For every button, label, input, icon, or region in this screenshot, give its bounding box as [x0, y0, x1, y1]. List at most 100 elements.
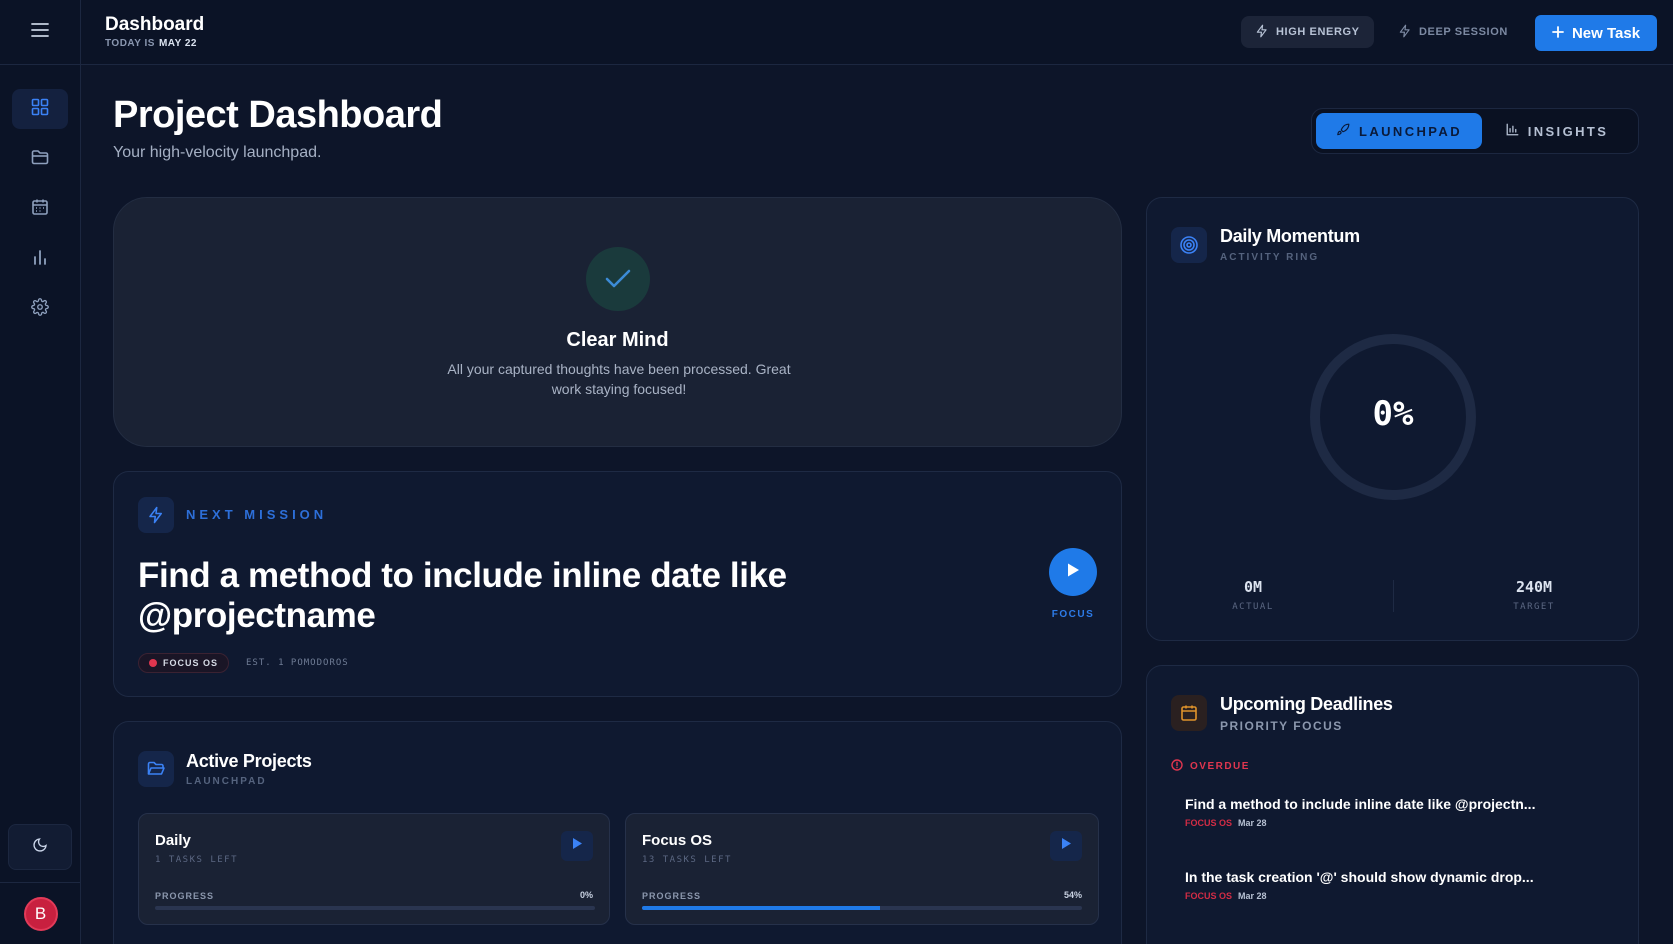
- lightning-icon: [138, 497, 174, 533]
- project-tag-label: FOCUS OS: [163, 658, 219, 668]
- avatar[interactable]: B: [23, 896, 58, 931]
- momentum-title: Daily Momentum: [1220, 226, 1360, 246]
- lightning-icon: [1398, 24, 1412, 41]
- focus-play-button[interactable]: [1049, 548, 1097, 596]
- sidebar-nav: [0, 65, 80, 329]
- project-play-button[interactable]: [561, 831, 593, 861]
- bar-chart-icon: [1506, 123, 1519, 139]
- app-root: B Dashboard TODAY IS MAY 22 HIGH ENERGY D…: [0, 0, 1673, 944]
- lightning-icon: [1255, 24, 1269, 41]
- tab-insights-label: INSIGHTS: [1527, 123, 1609, 139]
- active-projects-title: Active Projects: [186, 751, 312, 771]
- deadline-date: Mar 28: [1238, 891, 1267, 901]
- target-value: 240M: [1515, 578, 1553, 596]
- deadline-item[interactable]: Find a method to include inline date lik…: [1185, 796, 1605, 828]
- tab-launchpad-label: LAUNCHPAD: [1359, 123, 1462, 139]
- project-name: Focus OS: [642, 832, 713, 849]
- next-mission-title[interactable]: Find a method to include inline date lik…: [138, 556, 898, 636]
- top-header: Dashboard TODAY IS MAY 22 HIGH ENERGY DEE…: [81, 0, 1673, 65]
- progress-bar: [642, 906, 1082, 910]
- tasks-left: 13 TASKS LEFT: [642, 855, 732, 865]
- progress-percent: 54%: [1063, 890, 1082, 900]
- folder-open-icon: [138, 751, 174, 787]
- actual-stat: 0M ACTUAL: [1193, 578, 1313, 612]
- header-date: TODAY IS MAY 22: [105, 38, 197, 49]
- page-subtitle: Your high-velocity launchpad.: [113, 144, 322, 161]
- play-icon: [572, 837, 583, 855]
- progress-bar: [155, 906, 595, 910]
- momentum-percent: 0%: [1372, 394, 1414, 434]
- sidebar: B: [0, 0, 81, 944]
- target-label: TARGET: [1513, 602, 1555, 612]
- gear-icon: [31, 297, 49, 321]
- overdue-label: OVERDUE: [1190, 761, 1250, 772]
- calendar-icon: [1171, 695, 1207, 731]
- deadline-date: Mar 28: [1238, 818, 1267, 828]
- deadline-title: In the task creation '@' should show dyn…: [1185, 869, 1534, 885]
- calendar-icon: [31, 198, 49, 221]
- deadlines-title: Upcoming Deadlines: [1220, 694, 1393, 714]
- stat-divider: [1393, 580, 1394, 612]
- alert-circle-icon: [1171, 759, 1183, 774]
- project-dot-icon: [149, 659, 157, 667]
- target-icon: [1171, 227, 1207, 263]
- sidebar-item-calendar[interactable]: [12, 189, 68, 229]
- target-stat: 240M TARGET: [1474, 578, 1594, 612]
- tab-launchpad[interactable]: LAUNCHPAD: [1316, 113, 1482, 149]
- sidebar-item-settings[interactable]: [12, 289, 68, 329]
- clear-mind-title: Clear Mind: [566, 329, 669, 351]
- bar-chart-icon: [32, 248, 48, 271]
- deadline-project: FOCUS OS: [1185, 891, 1233, 901]
- progress-label: PROGRESS: [155, 891, 215, 901]
- progress-label: PROGRESS: [642, 891, 702, 901]
- progress-fill: [642, 906, 880, 910]
- tab-insights[interactable]: INSIGHTS: [1482, 113, 1632, 149]
- project-card[interactable]: Daily 1 TASKS LEFT PROGRESS 0%: [138, 813, 610, 925]
- deep-session-label: DEEP SESSION: [1419, 26, 1508, 38]
- deadline-meta: FOCUS OS Mar 28: [1185, 818, 1605, 828]
- sidebar-item-projects[interactable]: [12, 139, 68, 179]
- deadline-title: Find a method to include inline date lik…: [1185, 796, 1536, 812]
- active-projects-subtitle: LAUNCHPAD: [186, 776, 267, 787]
- sidebar-bottom: B: [0, 824, 81, 944]
- check-circle-icon: [586, 247, 650, 311]
- deadline-item[interactable]: In the task creation '@' should show dyn…: [1185, 869, 1605, 901]
- focus-label: FOCUS: [1051, 609, 1095, 620]
- new-task-label: New Task: [1571, 24, 1641, 42]
- project-name: Daily: [155, 832, 191, 849]
- project-play-button[interactable]: [1050, 831, 1082, 861]
- sidebar-item-dashboard[interactable]: [12, 89, 68, 129]
- upcoming-deadlines-card: Upcoming Deadlines PRIORITY FOCUS OVERDU…: [1146, 665, 1639, 944]
- clear-mind-text: All your captured thoughts have been pro…: [447, 361, 791, 397]
- project-tag: FOCUS OS: [138, 653, 230, 673]
- sidebar-top: [0, 0, 80, 65]
- momentum-subtitle: ACTIVITY RING: [1220, 252, 1320, 263]
- avatar-container: B: [0, 882, 81, 944]
- theme-toggle-button[interactable]: [8, 824, 72, 870]
- today-date: MAY 22: [158, 38, 197, 49]
- play-icon: [1061, 837, 1072, 855]
- deadline-project: FOCUS OS: [1185, 818, 1233, 828]
- project-card[interactable]: Focus OS 13 TASKS LEFT PROGRESS 54%: [625, 813, 1099, 925]
- high-energy-label: HIGH ENERGY: [1276, 26, 1360, 38]
- today-label: TODAY IS: [105, 38, 155, 49]
- moon-icon: [32, 837, 48, 858]
- high-energy-chip[interactable]: HIGH ENERGY: [1241, 16, 1374, 48]
- play-icon: [1066, 562, 1080, 583]
- next-mission-label: NEXT MISSION: [186, 507, 328, 522]
- next-mission-card: NEXT MISSION Find a method to include in…: [113, 471, 1122, 697]
- new-task-button[interactable]: New Task: [1535, 15, 1657, 51]
- folder-icon: [31, 149, 49, 170]
- hamburger-menu-icon[interactable]: [31, 22, 49, 42]
- active-projects-card: Active Projects LAUNCHPAD Daily 1 TASKS …: [113, 721, 1122, 944]
- clear-mind-card: Clear Mind All your captured thoughts ha…: [113, 197, 1122, 447]
- sidebar-item-insights[interactable]: [12, 239, 68, 279]
- overdue-heading: OVERDUE: [1171, 759, 1250, 774]
- page-title: Project Dashboard: [113, 94, 443, 136]
- actual-value: 0M: [1243, 578, 1263, 596]
- view-switcher: LAUNCHPAD INSIGHTS: [1311, 108, 1639, 154]
- deep-session-chip[interactable]: DEEP SESSION: [1384, 16, 1522, 48]
- header-title: Dashboard: [105, 14, 205, 35]
- progress-percent: 0%: [579, 890, 593, 900]
- tasks-left: 1 TASKS LEFT: [155, 855, 239, 865]
